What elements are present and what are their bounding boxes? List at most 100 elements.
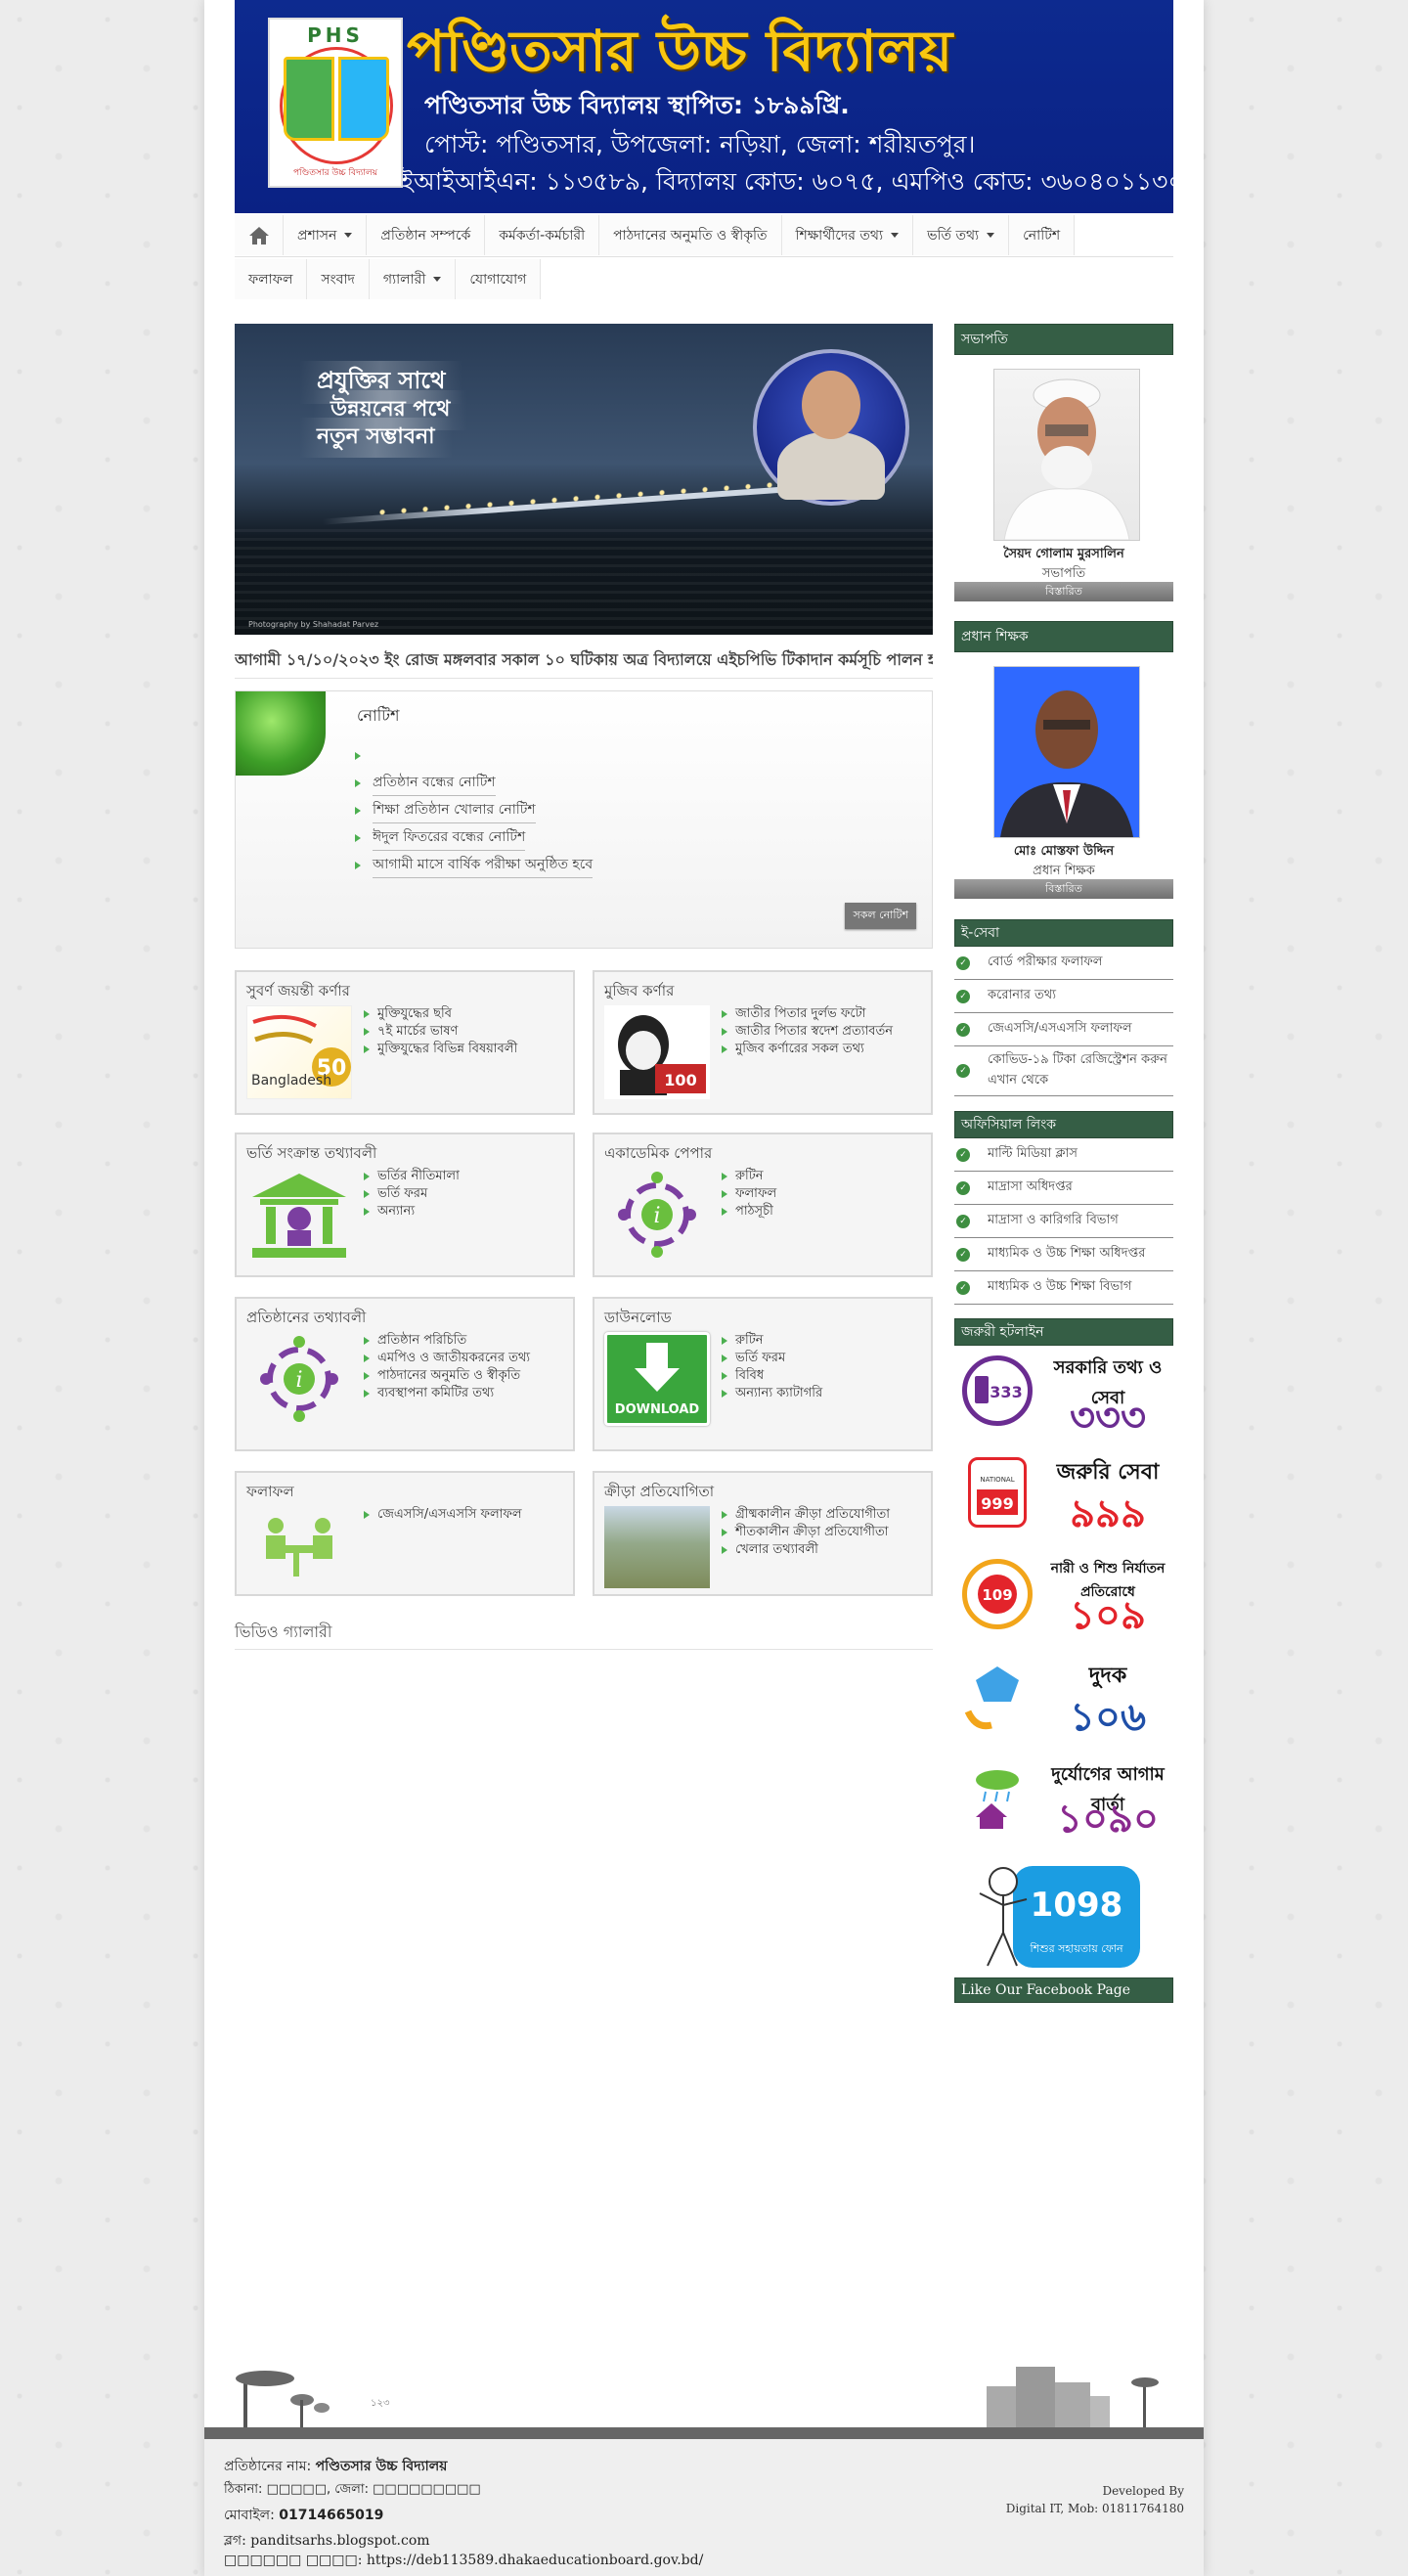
chevron-down-icon bbox=[891, 233, 900, 238]
download-icon[interactable]: DOWNLOAD bbox=[604, 1332, 710, 1426]
headmaster-details-button[interactable]: বিস্তারিত bbox=[954, 879, 1173, 899]
hotline-333[interactable]: 333 সরকারি তথ্য ও সেবা ৩৩৩ bbox=[954, 1346, 1173, 1447]
president-details-button[interactable]: বিস্তারিত bbox=[954, 582, 1173, 601]
corner-link[interactable]: ভর্তি ফরম bbox=[364, 1185, 460, 1203]
child-helpline-number: 1098 bbox=[1030, 1886, 1123, 1925]
news-ticker[interactable]: আগামী ১৭/১০/২০২৩ ইং রোজ মঙ্গলবার সকাল ১০… bbox=[235, 644, 933, 679]
corner-link[interactable]: মুক্তিযুদ্ধের বিভিন্ন বিষয়াবলী bbox=[364, 1041, 517, 1058]
official-links: ✓ মাল্টি মিডিয়া ক্লাস ✓ মাদ্রাসা অধিদপ্তর… bbox=[954, 1138, 1173, 1305]
official-link[interactable]: ✓ মাল্টি মিডিয়া ক্লাস bbox=[954, 1138, 1173, 1172]
sidebar-president: সভাপতি সৈয়দ গোলাম মুরসালিন সভাপতি বিস্ত… bbox=[954, 324, 1173, 609]
nav-results[interactable]: ফলাফল bbox=[235, 259, 308, 299]
school-logo[interactable]: PHS পণ্ডিতসার উচ্চ বিদ্যালয় bbox=[268, 18, 403, 188]
corner-title: সুবর্ণ জয়ন্তী কর্ণার bbox=[246, 982, 350, 999]
nav-students[interactable]: শিক্ষার্থীদের তথ্য bbox=[781, 215, 914, 255]
corner-link[interactable]: পাঠসূচী bbox=[722, 1203, 776, 1221]
svg-text:i: i bbox=[653, 1204, 660, 1228]
nav-notice[interactable]: নোটিশ bbox=[1009, 215, 1076, 255]
corner-links: ভর্তির নীতিমালা ভর্তি ফরম অন্যান্য bbox=[364, 1168, 460, 1221]
video-gallery-divider bbox=[235, 1649, 933, 1650]
check-icon: ✓ bbox=[956, 1214, 970, 1228]
sidebar-heading: অফিসিয়াল লিংক bbox=[954, 1111, 1173, 1138]
chevron-down-icon bbox=[344, 233, 353, 238]
nav-about[interactable]: প্রতিষ্ঠান সম্পর্কে bbox=[367, 215, 486, 255]
nav-contact[interactable]: যোগাযোগ bbox=[456, 259, 542, 299]
check-icon: ✓ bbox=[956, 955, 970, 970]
footer-website-link[interactable]: https://deb113589.dhakaeducationboard.go… bbox=[367, 2553, 703, 2568]
notice-item[interactable]: ঈদুল ফিতরের বন্ধের নোটিশ bbox=[355, 824, 593, 852]
emergency-999-icon: NATIONAL 999 bbox=[968, 1457, 1027, 1528]
notice-item[interactable]: আগামী মাসে বার্ষিক পরীক্ষা অনুষ্ঠিত হবে bbox=[355, 852, 594, 879]
hotline-number: ১০৬ bbox=[1070, 1695, 1146, 1740]
corner-link[interactable]: অন্যান্য ক্যাটাগরি bbox=[722, 1385, 822, 1402]
check-icon: ✓ bbox=[956, 1247, 970, 1262]
corner-link[interactable]: পাঠদানের অনুমতি ও স্বীকৃতি bbox=[364, 1367, 530, 1385]
footer-developer[interactable]: Digital IT, Mob: 01811764180 bbox=[1006, 2502, 1184, 2515]
nav-news[interactable]: সংবাদ bbox=[307, 259, 370, 299]
headmaster-name: মোঃ মোস্তফা উদ্দিন bbox=[1013, 844, 1115, 859]
eservice-link[interactable]: ✓ বোর্ড পরীক্ষার ফলাফল bbox=[954, 947, 1173, 980]
footer-developer-label: Developed By bbox=[1102, 2484, 1184, 2498]
hotline-1090[interactable]: দুর্যোগের আগাম বার্তা ১০৯০ bbox=[954, 1753, 1173, 1854]
corner-link[interactable]: জাতীর পিতার স্বদেশ প্রত্যাবর্তন bbox=[722, 1023, 893, 1041]
corner-link[interactable]: জেএসসি/এসএসসি ফলাফল bbox=[364, 1506, 522, 1524]
eservice-link[interactable]: ✓ জেএসসি/এসএসসি ফলাফল bbox=[954, 1013, 1173, 1046]
chevron-down-icon bbox=[987, 233, 995, 238]
video-gallery-title: ভিডিও গ্যালারী bbox=[235, 1622, 332, 1641]
hotline-109[interactable]: 109 নারী ও শিশু নির্যাতন প্রতিরোধে ১০৯ bbox=[954, 1549, 1173, 1651]
corner-link[interactable]: জাতীর পিতার দুর্লভ ফটো bbox=[722, 1005, 893, 1023]
corner-link[interactable]: প্রতিষ্ঠান পরিচিতি bbox=[364, 1332, 530, 1350]
all-notices-button[interactable]: সকল নোটিশ bbox=[845, 903, 916, 929]
official-link[interactable]: ✓ মাদ্রাসা ও কারিগরি বিভাগ bbox=[954, 1205, 1173, 1238]
nav-staff[interactable]: কর্মকর্তা-কর্মচারী bbox=[485, 215, 600, 255]
nav-admission[interactable]: ভর্তি তথ্য bbox=[913, 215, 1010, 255]
logo-text: PHS bbox=[307, 23, 364, 47]
phone-333-icon: 333 bbox=[962, 1355, 1033, 1426]
official-link[interactable]: ✓ মাদ্রাসা অধিদপ্তর bbox=[954, 1172, 1173, 1205]
corner-link[interactable]: মুক্তিযুদ্ধের ছবি bbox=[364, 1005, 517, 1023]
official-link[interactable]: ✓ মাধ্যমিক ও উচ্চ শিক্ষা বিভাগ bbox=[954, 1271, 1173, 1305]
notice-item[interactable]: শিক্ষা প্রতিষ্ঠান খোলার নোটিশ bbox=[355, 797, 593, 824]
slider-caption-3: নতুন সম্ভাবনা bbox=[299, 418, 453, 458]
header-established: পণ্ডিতসার উচ্চ বিদ্যালয় স্থাপিত: ১৮৯৯খ্… bbox=[424, 91, 850, 119]
official-link[interactable]: ✓ মাধ্যমিক ও উচ্চ শিক্ষা অধিদপ্তর bbox=[954, 1238, 1173, 1271]
corner-link[interactable]: অন্যান্য bbox=[364, 1203, 460, 1221]
facebook-page-heading[interactable]: Like Our Facebook Page bbox=[954, 1977, 1173, 2003]
corner-link[interactable]: রুটিন bbox=[722, 1332, 822, 1350]
nav-gallery[interactable]: গ্যালারী bbox=[369, 259, 457, 299]
eservice-link[interactable]: ✓ করোনার তথ্য bbox=[954, 980, 1173, 1013]
footer-institution: প্রতিষ্ঠানের নাম: পণ্ডিতসার উচ্চ বিদ্যাল… bbox=[224, 2459, 448, 2474]
corner-link[interactable]: ভর্তি ফরম bbox=[722, 1350, 822, 1367]
corner-link[interactable]: ব্যবস্থাপনা কমিটির তথ্য bbox=[364, 1385, 530, 1402]
notice-item[interactable]: প্রতিষ্ঠান বন্ধের নোটিশ bbox=[355, 770, 593, 797]
corner-link[interactable]: রুটিন bbox=[722, 1168, 776, 1185]
sidebar-heading: ই-সেবা bbox=[954, 919, 1173, 947]
hotline-106[interactable]: দুদক ১০৬ bbox=[954, 1651, 1173, 1753]
slider-portrait-body bbox=[777, 431, 885, 500]
hotline-999[interactable]: NATIONAL 999 জরুরি সেবা ৯৯৯ bbox=[954, 1447, 1173, 1549]
header-address: পোস্ট: পণ্ডিতসার, উপজেলা: নড়িয়া, জেলা:… bbox=[424, 130, 976, 158]
check-icon: ✓ bbox=[956, 989, 970, 1003]
corner-link[interactable]: শীতকালীন ক্রীড়া প্রতিযোগীতা bbox=[722, 1524, 890, 1541]
corner-link[interactable]: ৭ই মার্চের ভাষণ bbox=[364, 1023, 517, 1041]
corner-link[interactable]: গ্রীষ্মকালীন ক্রীড়া প্রতিযোগীতা bbox=[722, 1506, 890, 1524]
footer-blog-link[interactable]: panditsarhs.blogspot.com bbox=[250, 2533, 429, 2549]
corner-link[interactable]: মুজিব কর্ণারের সকল তথ্য bbox=[722, 1041, 893, 1058]
corner-link[interactable]: ভর্তির নীতিমালা bbox=[364, 1168, 460, 1185]
hotline-1098[interactable]: 1098 শিশুর সহায়তায় ফোন bbox=[954, 1854, 1173, 1972]
corner-link[interactable]: বিবিধ bbox=[722, 1367, 822, 1385]
notice-item[interactable] bbox=[355, 742, 593, 770]
corner-link[interactable]: এমপিও ও জাতীয়করনের তথ্য bbox=[364, 1350, 530, 1367]
nav-administration[interactable]: প্রশাসন bbox=[284, 215, 368, 255]
eservice-link[interactable]: ✓ কোভিড-১৯ টিকা রেজিস্ট্রেশন করুন এখান থে… bbox=[954, 1046, 1173, 1096]
institution-building-icon bbox=[246, 1168, 352, 1262]
footer-mobile: মোবাইল: 01714665019 bbox=[224, 2508, 384, 2523]
hero-slider[interactable]: প্রযুক্তির সাথে উন্নয়নের পথে নতুন সম্ভা… bbox=[235, 324, 933, 635]
sidebar-hotline: জরুরী হটলাইন 333 সরকারি তথ্য ও সেবা ৩৩৩ … bbox=[954, 1318, 1173, 2003]
nav-recognition[interactable]: পাঠদানের অনুমতি ও স্বীকৃতি bbox=[599, 215, 782, 255]
nav-row-2: ফলাফল সংবাদ গ্যালারী যোগাযোগ bbox=[235, 259, 542, 299]
golden-jubilee-image: 50 Bangladesh bbox=[246, 1005, 352, 1099]
corner-link[interactable]: ফলাফল bbox=[722, 1185, 776, 1203]
corner-link[interactable]: খেলার তথ্যাবলী bbox=[722, 1541, 890, 1559]
home-icon[interactable] bbox=[235, 215, 284, 255]
